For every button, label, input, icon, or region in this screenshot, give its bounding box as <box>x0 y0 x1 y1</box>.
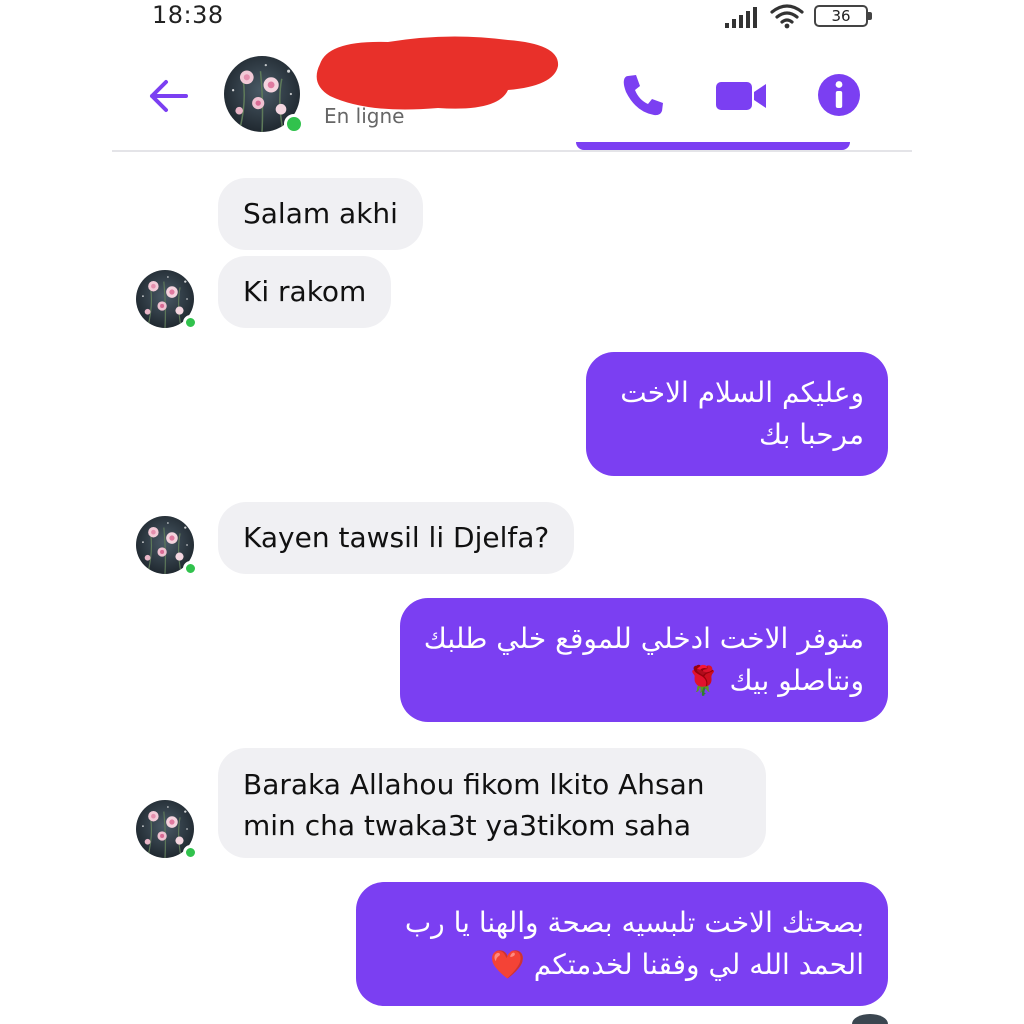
message-text: Kayen tawsil li Djelfa? <box>243 521 550 554</box>
message-text: ونتاصلو بيك 🌹 <box>685 664 864 697</box>
contact-name-redaction <box>316 36 559 110</box>
online-status-dot <box>182 314 198 330</box>
message-text: Salam akhi <box>243 197 398 230</box>
battery-icon: 36 <box>814 5 872 27</box>
contact-avatar[interactable] <box>224 56 304 134</box>
message-text: min cha twaka3t ya3tikom saha <box>243 809 691 842</box>
message-text: Baraka Allahou fikom lkito Ahsan <box>243 768 705 801</box>
message-bubble[interactable]: Kayen tawsil li Djelfa? <box>218 502 575 574</box>
message-bubble[interactable]: Ki rakom <box>218 256 392 328</box>
battery-level: 36 <box>831 7 851 25</box>
message-text: مرحبا بك <box>758 418 864 451</box>
message-bubble[interactable]: متوفر الاخت ادخلي للموقع خلي طلبك ونتاصل… <box>400 598 888 722</box>
message-bubble[interactable]: وعليكم السلام الاخت مرحبا بك <box>586 352 888 476</box>
message-bubble[interactable]: Baraka Allahou fikom lkito Ahsan min cha… <box>218 748 766 858</box>
sender-avatar[interactable] <box>136 800 198 860</box>
phone-icon[interactable] <box>620 72 666 118</box>
back-arrow-icon[interactable] <box>146 74 190 118</box>
conversation-header: En ligne <box>112 36 912 152</box>
message-text: بصحتك الاخت تلبسيه بصحة والهنا يا رب <box>404 906 864 939</box>
online-status-dot <box>182 844 198 860</box>
message-bubble[interactable]: Salam akhi <box>218 178 423 250</box>
status-bar: 18:38 36 <box>0 0 1024 34</box>
wifi-icon <box>770 4 804 29</box>
message-text: وعليكم السلام الاخت <box>620 376 864 409</box>
online-status-dot <box>182 560 198 576</box>
video-camera-icon[interactable] <box>714 74 770 118</box>
previous-message-bubble-edge <box>576 142 850 150</box>
online-status-dot <box>284 114 304 134</box>
seen-avatar-indicator <box>852 1014 888 1024</box>
status-time: 18:38 <box>152 1 224 29</box>
info-icon[interactable] <box>816 72 862 118</box>
sender-avatar[interactable] <box>136 270 198 330</box>
signal-icon <box>725 7 757 28</box>
message-text: متوفر الاخت ادخلي للموقع خلي طلبك <box>423 622 864 655</box>
message-bubble[interactable]: بصحتك الاخت تلبسيه بصحة والهنا يا رب الح… <box>356 882 888 1006</box>
message-text: الحمد الله لي وفقنا لخدمتكم ❤️ <box>490 948 864 981</box>
sender-avatar[interactable] <box>136 516 198 576</box>
message-text: Ki rakom <box>243 275 367 308</box>
